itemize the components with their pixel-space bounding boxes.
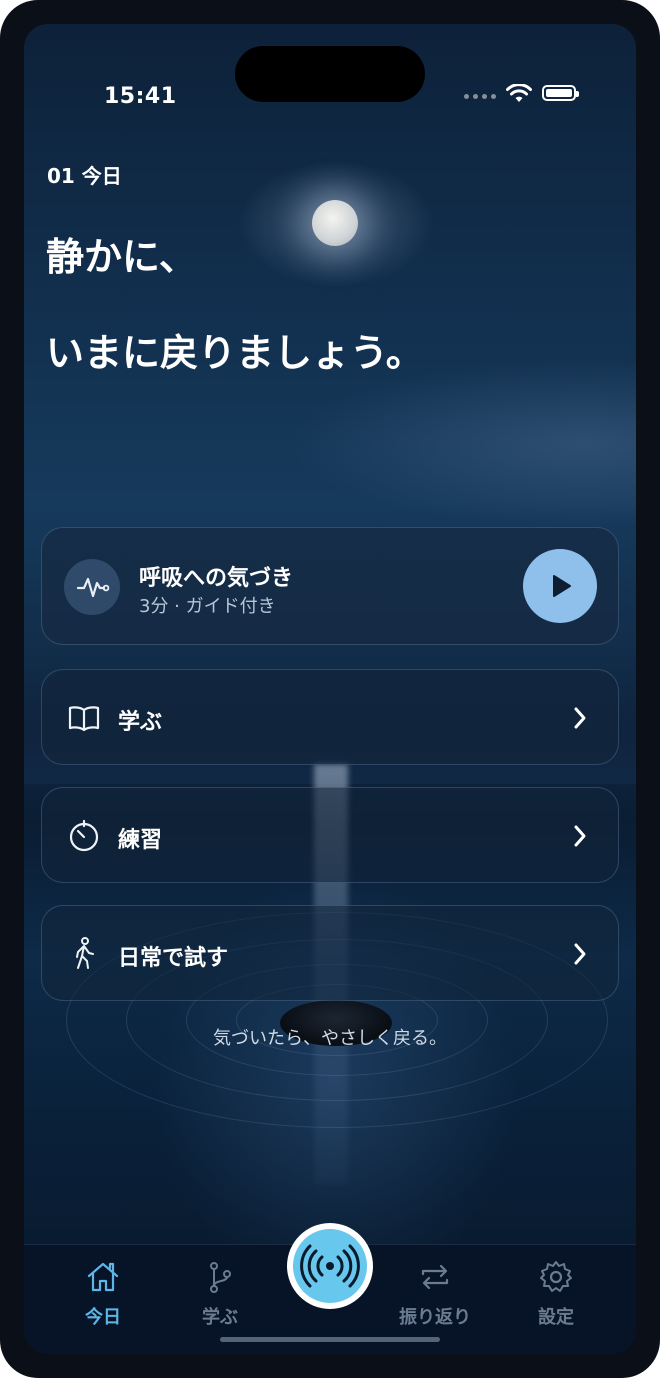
screen: 15:41 01 今日 静かに、 いまに戻りましょう。 呼吸への気づき 3分 ·… — [24, 24, 636, 1354]
menu-item-practice[interactable]: 練習 — [41, 787, 619, 883]
signal-icon — [464, 94, 498, 100]
pulse-icon — [64, 559, 120, 615]
status-time: 15:41 — [104, 84, 177, 109]
headline-line-1: 静かに、 — [46, 235, 197, 279]
headline-line-2: いまに戻りましょう。 — [46, 331, 424, 375]
tab-reflect[interactable]: 振り返り — [380, 1259, 490, 1329]
menu-item-label: 日常で試す — [118, 946, 229, 971]
battery-icon — [542, 85, 579, 101]
wifi-icon — [506, 84, 532, 102]
tab-label: 学ぶ — [202, 1307, 238, 1328]
home-icon — [87, 1262, 119, 1292]
tab-bar: 今日 学ぶ 振り返り 設定 — [24, 1223, 636, 1354]
book-icon — [68, 706, 100, 732]
tab-today[interactable]: 今日 — [48, 1259, 158, 1329]
chevron-right-icon — [574, 943, 586, 965]
session-subtitle: 3分 · ガイド付き — [139, 596, 276, 617]
menu-item-label: 練習 — [118, 828, 163, 853]
chevron-right-icon — [574, 825, 586, 847]
timer-icon — [69, 819, 99, 852]
tab-learn[interactable]: 学ぶ — [165, 1259, 275, 1329]
play-button[interactable] — [523, 549, 597, 623]
device-frame: 15:41 01 今日 静かに、 いまに戻りましょう。 呼吸への気づき 3分 ·… — [0, 0, 660, 1378]
menu-item-try-daily[interactable]: 日常で試す — [41, 905, 619, 1001]
tab-label: 振り返り — [399, 1307, 471, 1328]
tab-settings[interactable]: 設定 — [501, 1259, 611, 1329]
play-icon — [553, 575, 571, 597]
day-label: 01 今日 — [47, 164, 122, 188]
gear-icon — [540, 1261, 572, 1292]
menu-item-learn[interactable]: 学ぶ — [41, 669, 619, 765]
menu-item-label: 学ぶ — [118, 710, 163, 735]
tab-label: 今日 — [85, 1307, 121, 1328]
branch-icon — [210, 1262, 231, 1293]
broadcast-icon — [300, 1244, 360, 1288]
center-action-button[interactable] — [287, 1223, 373, 1309]
page-title: 静かに、 いまに戻りましょう。 — [46, 230, 424, 380]
repeat-icon — [421, 1264, 449, 1290]
chevron-right-icon — [574, 707, 586, 729]
dynamic-island — [235, 46, 425, 102]
home-indicator[interactable] — [220, 1337, 440, 1342]
quote-text: 気づいたら、やさしく戻る。 — [213, 1028, 447, 1049]
session-title: 呼吸への気づき — [139, 566, 294, 591]
tab-label: 設定 — [538, 1307, 574, 1328]
breathing-session-card[interactable]: 呼吸への気づき 3分 · ガイド付き — [41, 527, 619, 645]
walking-person-icon — [76, 937, 94, 969]
